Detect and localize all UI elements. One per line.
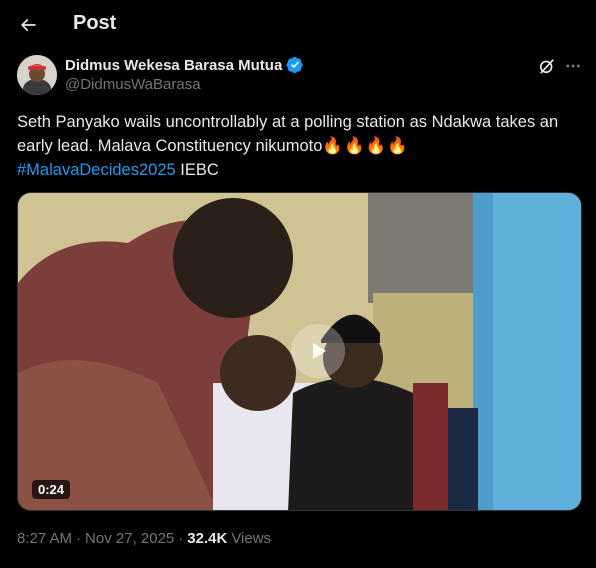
tweet-body: Seth Panyako wails uncontrollably at a p… xyxy=(17,113,559,155)
more-horizontal-icon xyxy=(566,64,580,68)
tweet-text: Seth Panyako wails uncontrollably at a p… xyxy=(17,110,582,182)
separator-dot: · xyxy=(178,530,184,547)
video-duration: 0:24 xyxy=(32,480,71,499)
author-display-name[interactable]: Didmus Wekesa Barasa Mutua xyxy=(65,57,282,74)
author-handle[interactable]: @DidmusWaBarasa xyxy=(65,76,201,93)
tweet-meta: 8:27 AM · Nov 27, 2025 · 32.4K Views xyxy=(17,530,271,547)
tweet-trailing-text: IEBC xyxy=(175,161,219,179)
verified-badge-icon xyxy=(286,56,304,74)
post-header: Post xyxy=(0,0,596,50)
play-button[interactable] xyxy=(291,324,345,378)
avatar-image xyxy=(17,55,57,95)
views-label: Views xyxy=(231,530,272,547)
fire-emojis: 🔥🔥🔥🔥 xyxy=(322,137,409,155)
back-button[interactable] xyxy=(12,9,44,41)
grok-icon xyxy=(539,59,554,74)
grok-button[interactable] xyxy=(536,55,558,77)
tweet-date[interactable]: Nov 27, 2025 xyxy=(85,530,174,547)
more-options-button[interactable] xyxy=(562,55,584,77)
play-icon xyxy=(313,343,326,359)
tweet-time[interactable]: 8:27 AM xyxy=(17,530,72,547)
hashtag-link[interactable]: #MalavaDecides2025 xyxy=(17,161,176,179)
avatar[interactable] xyxy=(17,55,57,95)
page-title: Post xyxy=(73,12,117,34)
author-name-row[interactable]: Didmus Wekesa Barasa Mutua xyxy=(65,56,304,74)
views-count: 32.4K xyxy=(187,530,228,547)
video-player[interactable]: 0:24 xyxy=(17,192,582,511)
arrow-left-icon xyxy=(20,18,36,32)
separator-dot: · xyxy=(76,530,82,547)
